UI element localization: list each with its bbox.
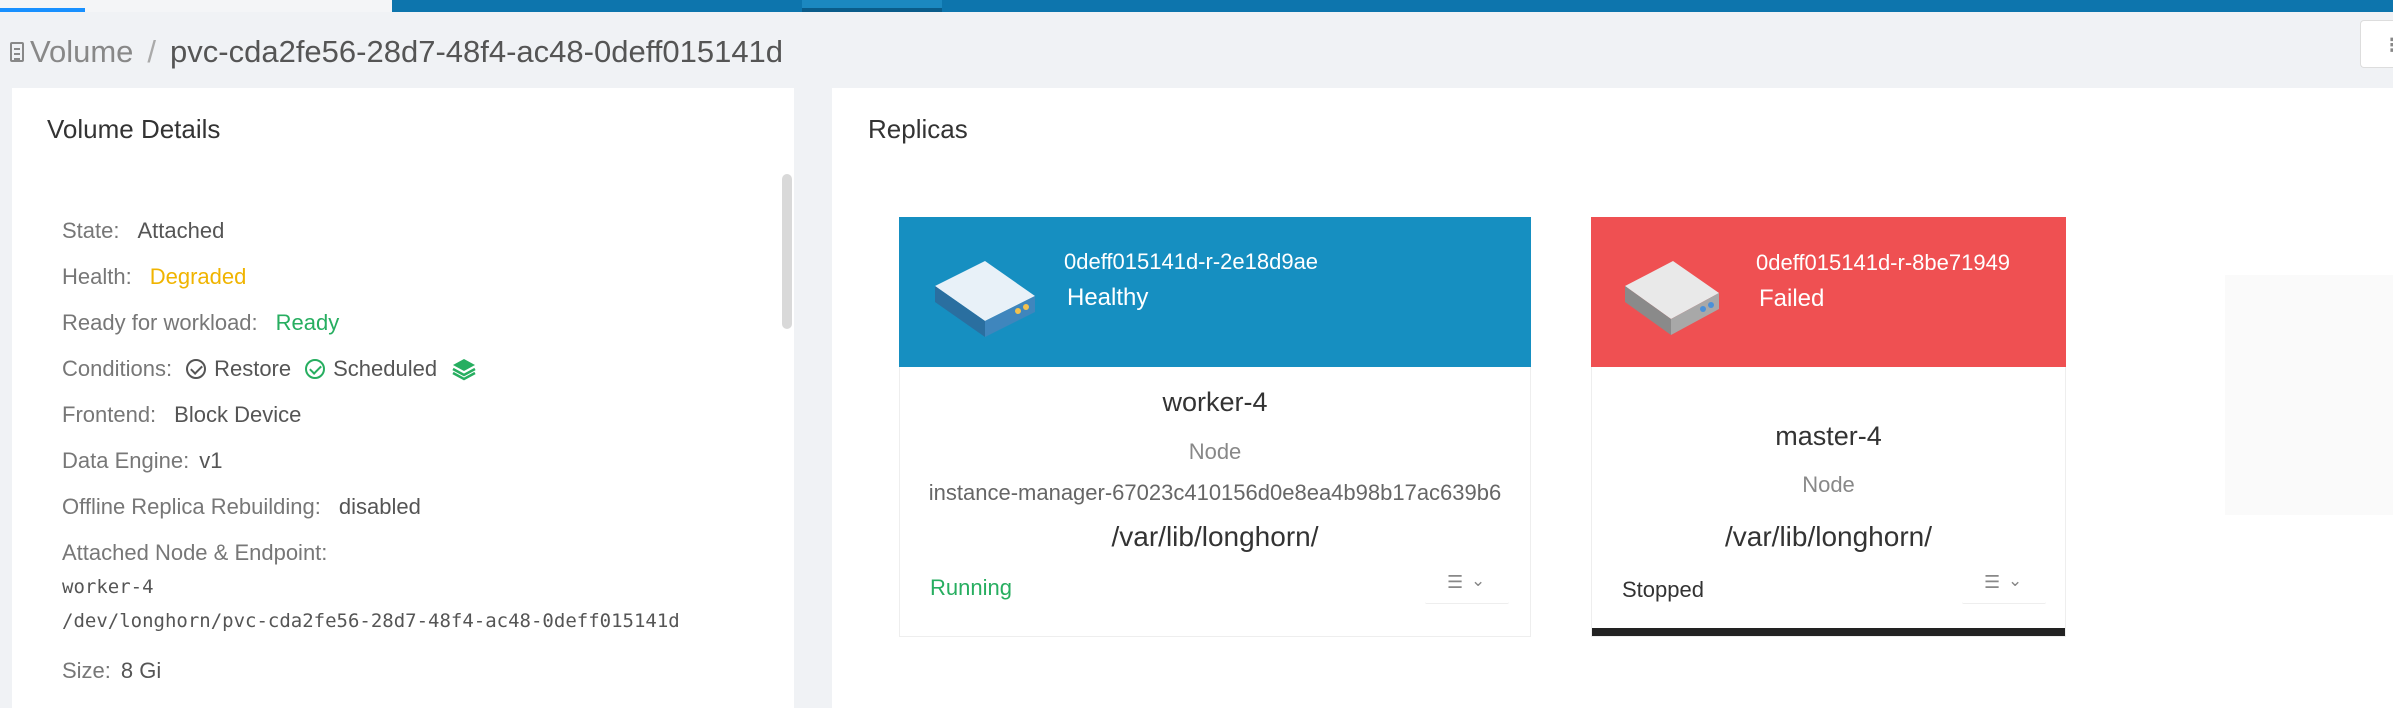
- breadcrumb-volume-link[interactable]: Volume: [30, 34, 133, 70]
- rebuild-row: Offline Replica Rebuilding: disabled: [62, 494, 421, 520]
- replica-body: master-4 Node /var/lib/longhorn/ Stopped…: [1591, 367, 2066, 637]
- rebuild-value: disabled: [338, 494, 421, 519]
- disk-icon: [935, 261, 1035, 337]
- volume-details-panel: Volume Details State: Attached Health: D…: [12, 88, 794, 708]
- top-nav-tab[interactable]: [0, 0, 392, 12]
- engine-row: Data Engine: v1: [62, 448, 222, 474]
- replica-id: 0deff015141d-r-8be71949: [1756, 250, 2011, 275]
- attached-node: worker-4: [62, 576, 154, 598]
- dots-icon: ⋮: [2383, 35, 2393, 55]
- replica-state: Healthy: [1067, 284, 1149, 311]
- replica-node-label: Node: [1188, 439, 1242, 464]
- attached-endpoint: /dev/longhorn/pvc-cda2fe56-28d7-48f4-ac4…: [62, 610, 680, 632]
- breadcrumb-current: pvc-cda2fe56-28d7-48f4-ac48-0deff015141d: [170, 34, 784, 69]
- check-circle-icon: [186, 359, 207, 379]
- ready-label: Ready for workload:: [62, 310, 258, 335]
- replica-card[interactable]: 0deff015141d-r-8be71949 Failed master-4 …: [1591, 217, 2066, 637]
- conditions-row: Conditions: Restore Scheduled: [62, 356, 477, 382]
- replica-header: 0deff015141d-r-2e18d9ae Healthy: [899, 217, 1531, 367]
- replica-node: master-4: [1775, 421, 1882, 451]
- frontend-label: Frontend:: [62, 402, 157, 427]
- replica-path: /var/lib/longhorn/: [1111, 521, 1319, 552]
- replica-state: Failed: [1759, 285, 1825, 312]
- replica-id: 0deff015141d-r-2e18d9ae: [1064, 249, 1319, 274]
- replica-status: Running: [930, 575, 1012, 600]
- attached-label: Attached Node & Endpoint:: [62, 540, 328, 565]
- ready-row: Ready for workload: Ready: [62, 310, 339, 336]
- frontend-row: Frontend: Block Device: [62, 402, 301, 428]
- size-label: Size:: [62, 658, 111, 683]
- attached-row: Attached Node & Endpoint:: [62, 540, 327, 566]
- replica-node: worker-4: [1162, 387, 1268, 417]
- top-nav-bar: [0, 0, 2393, 12]
- disk-icon: [1625, 261, 1719, 335]
- breadcrumb-separator: /: [147, 34, 157, 69]
- condition-restore: Restore: [186, 356, 291, 382]
- size-value: 8 Gi: [120, 658, 162, 683]
- chevron-down-icon: ⌄: [2008, 571, 2023, 590]
- replica-actions-dropdown[interactable]: ☰ ⌄: [1962, 563, 2046, 604]
- state-row: State: Attached: [62, 218, 224, 244]
- condition-scheduled: Scheduled: [305, 356, 437, 382]
- scrollbar[interactable]: [782, 174, 792, 329]
- replica-status: Stopped: [1622, 577, 1704, 602]
- list-icon: ☰: [1984, 572, 2001, 592]
- replica-header: 0deff015141d-r-8be71949 Failed: [1591, 217, 2066, 367]
- replica-node-label: Node: [1802, 472, 1855, 497]
- rebuild-label: Offline Replica Rebuilding:: [62, 494, 321, 519]
- health-value: Degraded: [149, 264, 247, 289]
- check-circle-icon: [305, 359, 326, 379]
- chevron-down-icon: ⌄: [1471, 571, 1486, 590]
- replica-actions-dropdown[interactable]: ☰ ⌄: [1425, 563, 1509, 604]
- ready-value: Ready: [275, 310, 340, 335]
- engine-value: v1: [199, 448, 223, 473]
- replica-card[interactable]: 0deff015141d-r-2e18d9ae Healthy worker-4…: [899, 217, 1531, 637]
- health-row: Health: Degraded: [62, 264, 246, 290]
- doc-icon: [10, 42, 24, 62]
- layers-icon[interactable]: [451, 357, 477, 381]
- engine-label: Data Engine:: [62, 448, 190, 473]
- conditions-label: Conditions:: [62, 356, 173, 381]
- size-row: Size: 8 Gi: [62, 658, 161, 684]
- list-icon: ☰: [1447, 572, 1464, 592]
- background-decoration: [2225, 275, 2393, 515]
- horizontal-scrollbar[interactable]: [1592, 628, 2065, 636]
- panel-title: Volume Details: [47, 114, 221, 144]
- panel-title: Replicas: [868, 114, 968, 144]
- condition-label: Scheduled: [333, 356, 438, 381]
- breadcrumb: Volume / pvc-cda2fe56-28d7-48f4-ac48-0de…: [10, 30, 783, 74]
- top-nav-tab-active[interactable]: [802, 0, 942, 12]
- health-label: Health:: [62, 264, 132, 289]
- replica-body: worker-4 Node instance-manager-67023c410…: [899, 367, 1531, 637]
- side-toolbar-toggle[interactable]: ⋮: [2360, 20, 2393, 68]
- state-label: State:: [62, 218, 120, 243]
- instance-manager-name: instance-manager-67023c410156d0e8ea4b98b…: [928, 480, 1502, 505]
- state-value: Attached: [137, 218, 225, 243]
- frontend-value: Block Device: [174, 402, 302, 427]
- replica-path: /var/lib/longhorn/: [1724, 521, 1932, 552]
- condition-label: Restore: [214, 356, 292, 381]
